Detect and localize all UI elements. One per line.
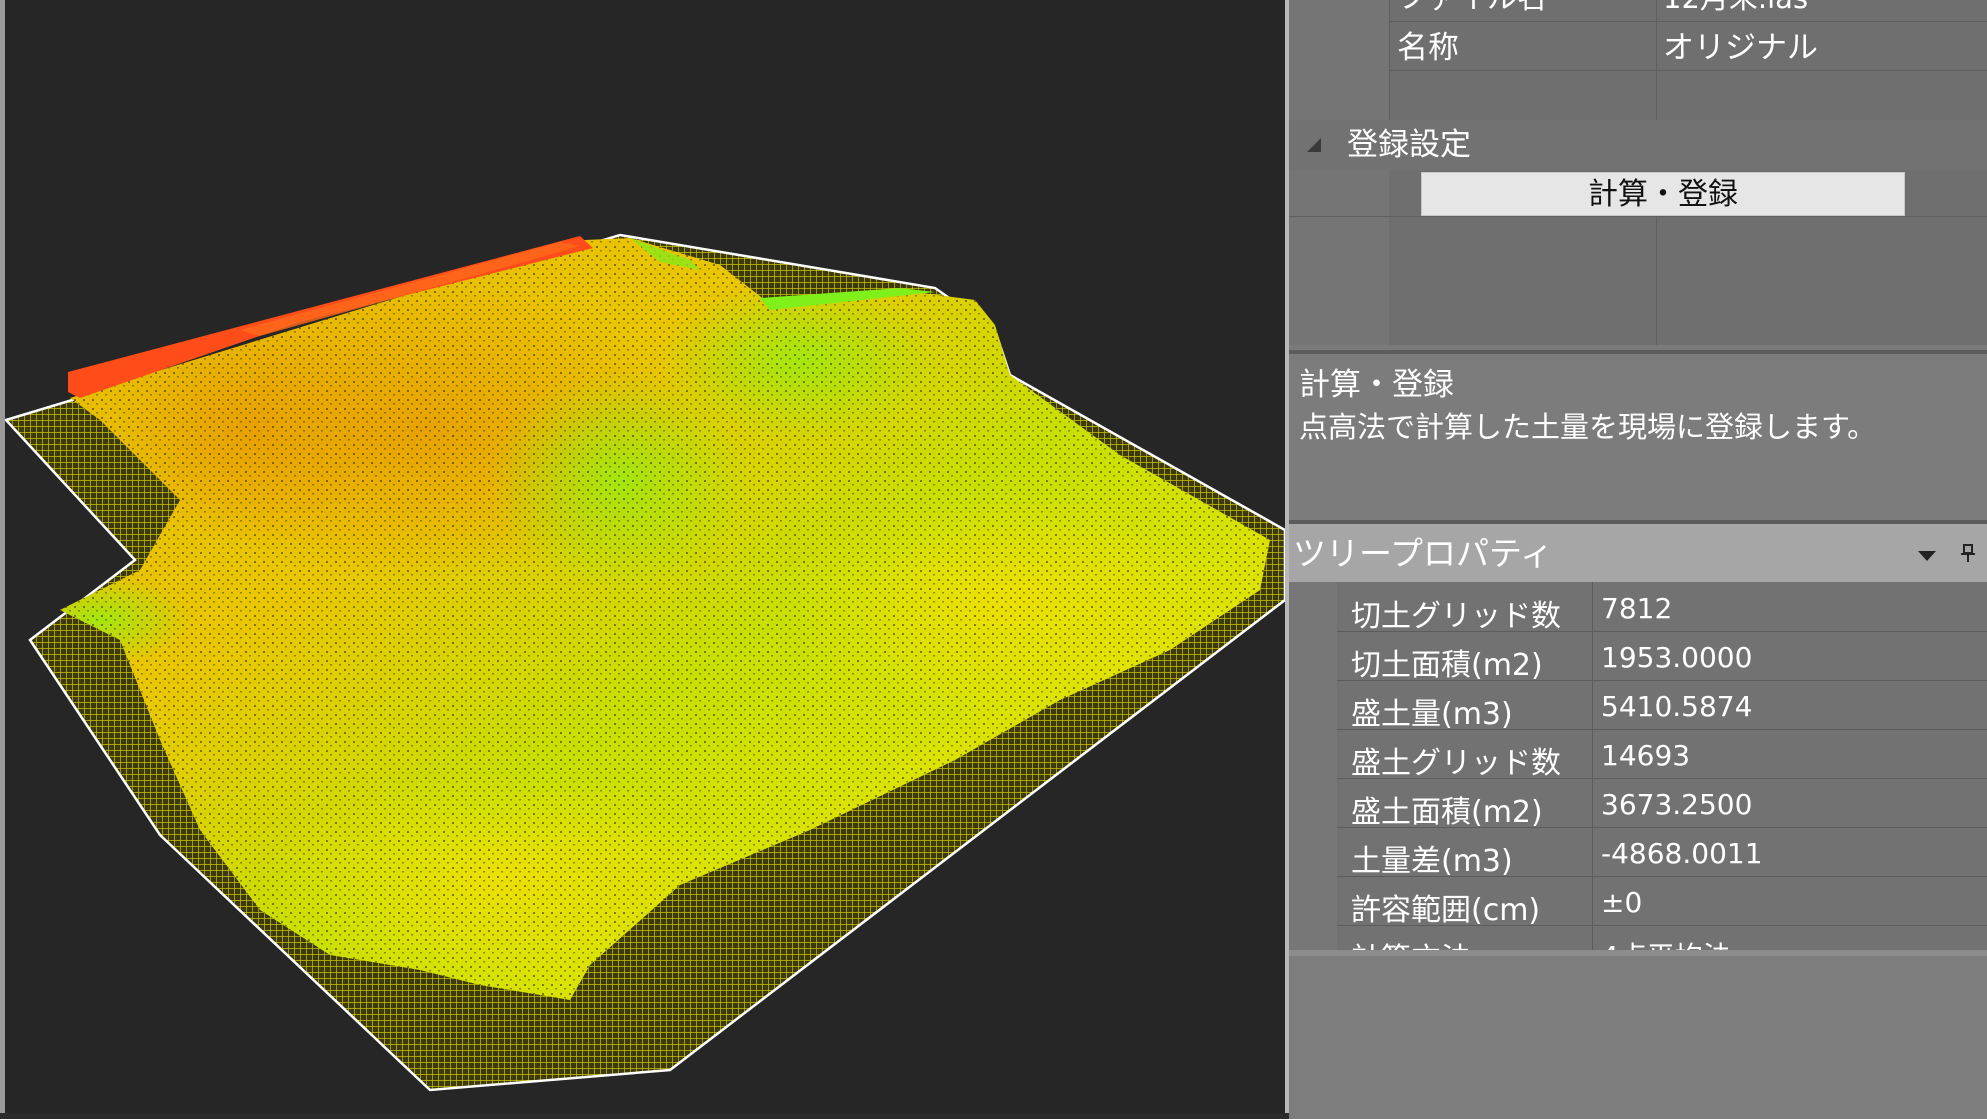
tree-table-gutter (1289, 582, 1337, 950)
property-name: 盛土面積(m2) (1351, 795, 1543, 830)
table-row[interactable]: 切土面積(m2) 1953.0000 (1337, 631, 1987, 683)
column-separator (1592, 925, 1593, 950)
table-row[interactable]: 盛土グリッド数 14693 (1337, 729, 1987, 781)
register-settings-title: 登録設定 (1347, 127, 1471, 163)
property-value: 3673.2500 (1601, 788, 1753, 821)
property-value: ±0 (1601, 886, 1643, 919)
property-name-filename: ファイル名 (1397, 0, 1547, 14)
property-name: 土量差(m3) (1351, 844, 1513, 879)
table-row[interactable]: 土量差(m3) -4868.0011 (1337, 827, 1987, 879)
property-value: 1953.0000 (1601, 641, 1753, 674)
table-row[interactable]: 盛土量(m3) 5410.5874 (1337, 680, 1987, 732)
column-separator (1592, 876, 1593, 925)
pin-icon[interactable] (1961, 544, 1975, 562)
grid-line (1389, 0, 1390, 120)
description-text: 点高法で計算した土量を現場に登録します。 (1299, 410, 1877, 444)
property-value: 5410.5874 (1601, 690, 1753, 723)
property-value: -4868.0011 (1601, 837, 1763, 870)
table-row[interactable]: 切土グリッド数 7812 (1337, 582, 1987, 634)
collapse-triangle-icon[interactable] (1307, 138, 1321, 152)
property-name-title: 名称 (1397, 30, 1459, 66)
property-value-title[interactable]: オリジナル (1663, 33, 1818, 64)
panel-empty-area (1289, 950, 1987, 1119)
application-window: ファイル名 12月末.las 名称 オリジナル 登録設定 計算・登録 計算・登録… (0, 0, 1987, 1119)
property-panel: ファイル名 12月末.las 名称 オリジナル 登録設定 計算・登録 計算・登録… (1289, 0, 1987, 1119)
property-name: 盛土グリッド数 (1351, 746, 1561, 781)
description-title: 計算・登録 (1299, 367, 1454, 403)
property-name: 盛土量(m3) (1351, 697, 1513, 732)
tree-properties-table: 切土グリッド数 7812 切土面積(m2) 1953.0000 盛土量(m3) … (1289, 582, 1987, 950)
tree-properties-title: ツリープロパティ (1293, 534, 1554, 573)
property-value: 14693 (1601, 739, 1691, 772)
point-cloud-render[interactable] (0, 0, 1285, 1113)
point-cloud-viewport[interactable] (0, 0, 1285, 1113)
property-name: 切土グリッド数 (1351, 599, 1561, 634)
grid-line (1389, 70, 1987, 71)
column-separator (1592, 729, 1593, 778)
property-name: 切土面積(m2) (1351, 648, 1543, 683)
table-row[interactable]: 計算方法 4点平均法 (1337, 925, 1987, 950)
property-name: 許容範囲(cm) (1351, 893, 1541, 928)
dropdown-arrow-icon[interactable] (1918, 551, 1936, 561)
grid-line (1656, 216, 1657, 345)
column-separator (1592, 582, 1593, 631)
column-separator (1592, 631, 1593, 680)
property-value: 4点平均法 (1601, 935, 1731, 950)
table-row[interactable]: 許容範囲(cm) ±0 (1337, 876, 1987, 928)
property-value-filename[interactable]: 12月末.las (1663, 0, 1808, 13)
property-grid-gutter (1289, 0, 1389, 345)
viewport-left-edge (0, 0, 5, 1113)
column-separator (1592, 827, 1593, 876)
calculate-register-button[interactable]: 計算・登録 (1421, 172, 1905, 216)
property-value: 7812 (1601, 592, 1673, 625)
property-name: 計算方法 (1351, 934, 1471, 950)
column-separator (1592, 778, 1593, 827)
grid-line (1389, 21, 1987, 22)
column-separator (1592, 680, 1593, 729)
table-row[interactable]: 盛土面積(m2) 3673.2500 (1337, 778, 1987, 830)
grid-line (1656, 0, 1657, 120)
